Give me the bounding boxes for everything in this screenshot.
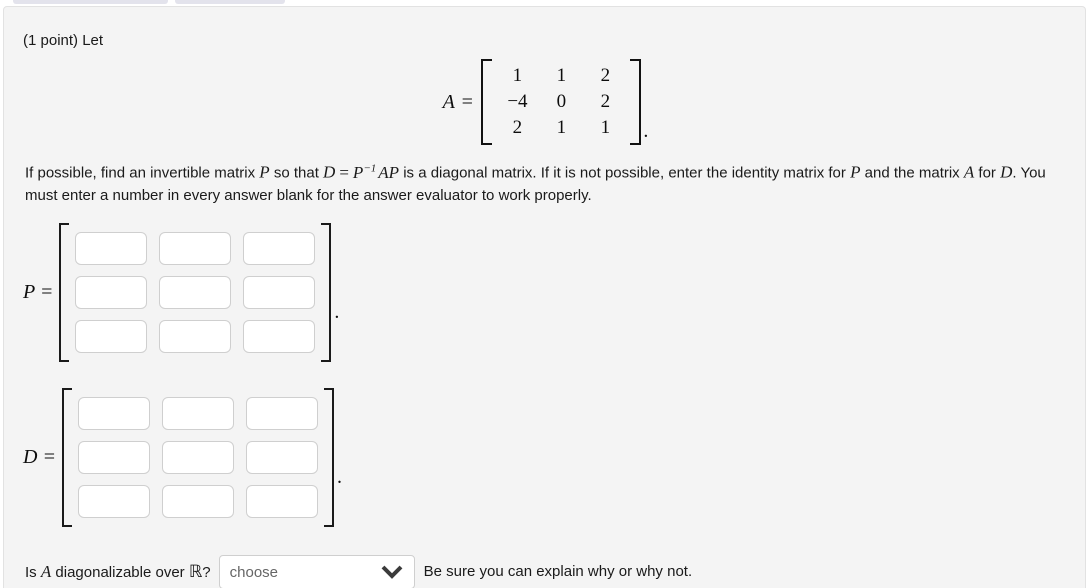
matrix-a-cell-2-2: 1 <box>600 117 611 138</box>
answer-p-input-1-1[interactable] <box>159 276 232 309</box>
matrix-a-left-bracket <box>481 59 493 145</box>
answer-d-left-bracket <box>61 388 72 527</box>
top-tab-strip-1[interactable] <box>13 0 168 4</box>
answer-p-input-1-2[interactable] <box>243 276 316 309</box>
matrix-a-cell-1-2: 2 <box>600 91 611 112</box>
matrix-a-cell-1-1: 0 <box>556 91 567 112</box>
symbol-p-inverse-base: P <box>352 162 364 182</box>
answer-p-left-bracket <box>59 223 70 362</box>
diagonalizable-question-row: Is A diagonalizable over ℝ? chooseyesno … <box>25 555 692 588</box>
answer-matrix-p: P = . <box>23 223 339 362</box>
matrix-a-cell-1-0: −4 <box>507 91 528 112</box>
instructions-text-1: If possible, find an invertible matrix <box>25 164 260 182</box>
answer-d-input-1-2[interactable] <box>245 441 318 474</box>
question-symbol-a: A <box>40 561 52 581</box>
symbol-equals: = <box>339 162 349 182</box>
answer-p-input-grid <box>69 227 321 359</box>
answer-p-input-0-2[interactable] <box>243 232 316 265</box>
matrix-a-cell-2-0: 2 <box>512 117 523 138</box>
answer-p-input-2-2[interactable] <box>243 320 316 353</box>
matrix-a-label: A = <box>442 90 475 113</box>
matrix-a-cell-0-2: 2 <box>600 65 611 86</box>
answer-d-input-2-2[interactable] <box>245 485 318 518</box>
answer-p-input-1-0[interactable] <box>75 276 148 309</box>
answer-matrix-p-label: P = <box>23 281 54 303</box>
instructions-text-4: and the matrix <box>860 164 964 182</box>
answer-d-input-1-1[interactable] <box>161 441 234 474</box>
answer-p-period: . <box>334 301 340 323</box>
matrix-a-cell-0-0: 1 <box>512 65 523 86</box>
answer-d-input-0-2[interactable] <box>245 397 318 430</box>
answer-p-input-2-1[interactable] <box>159 320 232 353</box>
matrix-a-period: . <box>643 120 649 142</box>
question-text-3: ? <box>202 563 211 581</box>
answer-d-input-0-0[interactable] <box>77 397 150 430</box>
symbol-p-inverse: P−1 <box>352 162 377 182</box>
answer-d-input-2-0[interactable] <box>77 485 150 518</box>
matrix-a-right-bracket <box>630 59 642 145</box>
answer-d-input-1-0[interactable] <box>77 441 150 474</box>
symbol-d: D <box>323 162 336 182</box>
answer-p-input-0-0[interactable] <box>75 232 148 265</box>
question-text-1: Is <box>25 563 41 581</box>
instructions-text-3: is a diagonal matrix. If it is not possi… <box>399 164 851 182</box>
question-symbol-reals: ℝ <box>188 561 203 581</box>
answer-d-input-2-1[interactable] <box>161 485 234 518</box>
answer-d-period: . <box>336 466 342 488</box>
diagonalizable-select-wrapper: chooseyesno <box>218 555 415 588</box>
answer-p-input-2-0[interactable] <box>75 320 148 353</box>
explain-note: Be sure you can explain why or why not. <box>423 563 693 580</box>
problem-page: (1 point) Let A = 1 1 2 −4 0 2 2 1 1 . I… <box>0 0 1090 588</box>
instructions-paragraph: If possible, find an invertible matrix P… <box>25 157 1073 207</box>
symbol-p-1: P <box>259 162 270 182</box>
answer-p-right-bracket <box>321 223 332 362</box>
symbol-p-2: P <box>850 162 861 182</box>
top-tab-strip-2[interactable] <box>175 0 285 4</box>
question-text-2: diagonalizable over <box>51 563 189 581</box>
symbol-d-2: D <box>1000 162 1013 182</box>
diagonalizable-select[interactable]: chooseyesno <box>218 555 415 588</box>
point-value-label: (1 point) Let <box>23 32 104 49</box>
answer-p-input-0-1[interactable] <box>159 232 232 265</box>
matrix-a-display: A = 1 1 2 −4 0 2 2 1 1 . <box>4 59 1087 145</box>
answer-matrix-d: D = . <box>23 388 342 527</box>
matrix-a-grid: 1 1 2 −4 0 2 2 1 1 <box>492 59 630 145</box>
diagonalizable-question-label: Is A diagonalizable over ℝ? <box>25 561 211 584</box>
symbol-p-inverse-exponent: −1 <box>363 162 377 174</box>
answer-d-input-0-1[interactable] <box>161 397 234 430</box>
matrix-a-cell-2-1: 1 <box>556 117 567 138</box>
instructions-text-2: so that <box>269 164 324 182</box>
answer-matrix-d-label: D = <box>23 446 56 468</box>
instructions-text-5: for <box>974 164 1001 182</box>
matrix-a-cell-0-1: 1 <box>556 65 567 86</box>
symbol-a: A <box>963 162 975 182</box>
answer-d-input-grid <box>72 392 324 524</box>
symbol-ap: AP <box>378 162 400 182</box>
answer-d-right-bracket <box>323 388 334 527</box>
problem-card: (1 point) Let A = 1 1 2 −4 0 2 2 1 1 . I… <box>3 6 1086 588</box>
